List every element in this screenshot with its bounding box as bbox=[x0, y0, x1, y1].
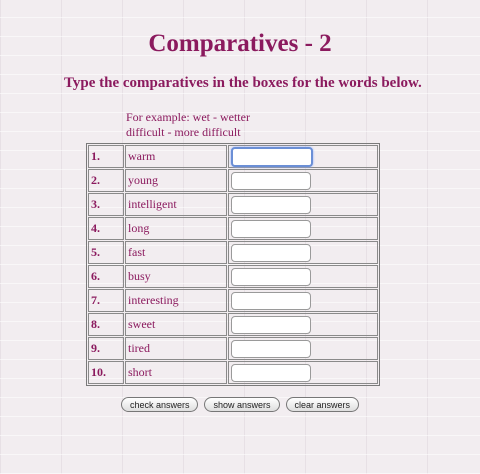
answer-cell bbox=[228, 337, 378, 360]
answer-input-10[interactable] bbox=[231, 363, 311, 382]
question-number: 10. bbox=[88, 361, 124, 384]
question-number: 7. bbox=[88, 289, 124, 312]
question-word: short bbox=[125, 361, 227, 384]
question-number: 1. bbox=[88, 145, 124, 168]
answer-input-2[interactable] bbox=[231, 171, 311, 190]
answer-cell bbox=[228, 289, 378, 312]
answer-cell bbox=[228, 169, 378, 192]
check-answers-button[interactable]: check answers bbox=[120, 397, 199, 412]
answer-cell bbox=[228, 193, 378, 216]
answer-input-6[interactable] bbox=[231, 267, 311, 286]
question-word: busy bbox=[125, 265, 227, 288]
answer-input-4[interactable] bbox=[231, 219, 311, 238]
question-word: warm bbox=[125, 145, 227, 168]
answer-cell bbox=[228, 361, 378, 384]
table-row: 7. interesting bbox=[88, 289, 378, 312]
answer-input-9[interactable] bbox=[231, 339, 311, 358]
answer-cell bbox=[228, 313, 378, 336]
answer-cell bbox=[228, 265, 378, 288]
button-bar: check answers show answers clear answers bbox=[0, 397, 480, 412]
table-row: 10. short bbox=[88, 361, 378, 384]
question-number: 8. bbox=[88, 313, 124, 336]
table-row: 1. warm bbox=[88, 145, 378, 168]
page-title: Comparatives - 2 bbox=[148, 30, 332, 57]
answer-input-3[interactable] bbox=[231, 195, 311, 214]
question-word: interesting bbox=[125, 289, 227, 312]
answer-cell bbox=[228, 241, 378, 264]
question-word: sweet bbox=[125, 313, 227, 336]
table-row: 5. fast bbox=[88, 241, 378, 264]
answer-cell bbox=[228, 217, 378, 240]
question-number: 3. bbox=[88, 193, 124, 216]
question-number: 4. bbox=[88, 217, 124, 240]
question-word: young bbox=[125, 169, 227, 192]
clear-answers-button[interactable]: clear answers bbox=[285, 397, 360, 412]
question-number: 2. bbox=[88, 169, 124, 192]
example-line-1: For example: wet - wetter bbox=[126, 110, 250, 124]
question-word: intelligent bbox=[125, 193, 227, 216]
question-number: 9. bbox=[88, 337, 124, 360]
table-row: 9. tired bbox=[88, 337, 378, 360]
table-row: 8. sweet bbox=[88, 313, 378, 336]
example-text: For example: wet - wetter difficult - mo… bbox=[126, 110, 250, 140]
answer-input-5[interactable] bbox=[231, 243, 311, 262]
answer-input-1[interactable] bbox=[231, 146, 313, 167]
answer-input-7[interactable] bbox=[231, 291, 311, 310]
question-word: fast bbox=[125, 241, 227, 264]
question-number: 6. bbox=[88, 265, 124, 288]
answer-input-8[interactable] bbox=[231, 315, 311, 334]
answer-cell bbox=[228, 145, 378, 168]
table-row: 3. intelligent bbox=[88, 193, 378, 216]
table-row: 4. long bbox=[88, 217, 378, 240]
question-word: tired bbox=[125, 337, 227, 360]
table-row: 2. young bbox=[88, 169, 378, 192]
show-answers-button[interactable]: show answers bbox=[204, 397, 280, 412]
table-row: 6. busy bbox=[88, 265, 378, 288]
question-word: long bbox=[125, 217, 227, 240]
example-line-2: difficult - more difficult bbox=[126, 125, 241, 139]
questions-table: 1. warm 2. young 3. intelligent 4. long … bbox=[86, 143, 380, 386]
question-number: 5. bbox=[88, 241, 124, 264]
instructions-text: Type the comparatives in the boxes for t… bbox=[64, 75, 422, 91]
